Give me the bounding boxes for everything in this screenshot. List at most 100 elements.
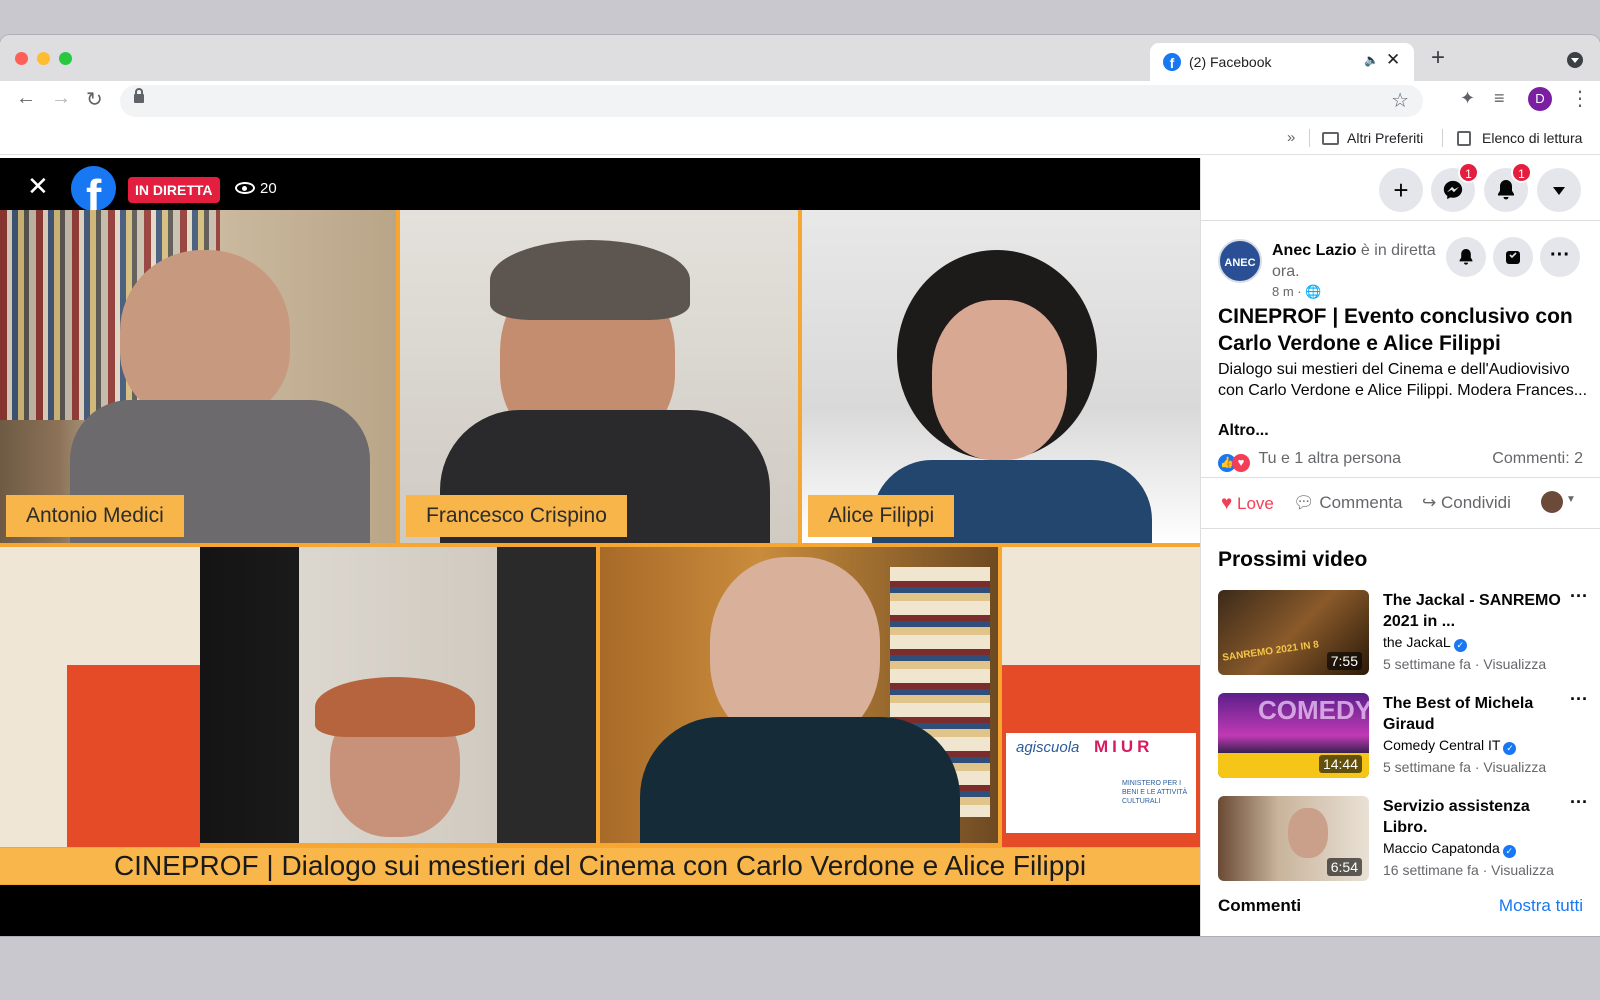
reading-list-icon (1457, 131, 1471, 146)
messenger-badge: 1 (1458, 162, 1479, 183)
list-item[interactable]: SANREMO 2021 IN 8 7:55 The Jackal - SANR… (1218, 586, 1588, 676)
maximize-window-button[interactable] (59, 52, 72, 65)
post-time[interactable]: 8 m · 🌐 (1272, 284, 1321, 300)
live-badge: IN DIRETTA (128, 177, 220, 203)
video-thumbnail[interactable]: SANREMO 2021 IN 8 7:55 (1218, 590, 1369, 675)
bookmark-reading-list[interactable]: Elenco di lettura (1482, 130, 1582, 146)
bookmarks-bar: » Altri Preferiti Elenco di lettura (0, 121, 1600, 155)
bookmark-star-icon[interactable]: ☆ (1391, 88, 1409, 113)
show-all-comments-link[interactable]: Mostra tutti (1499, 896, 1583, 916)
new-tab-button[interactable]: + (1431, 46, 1445, 70)
account-menu-button[interactable] (1537, 168, 1581, 212)
tab-facebook[interactable]: f (2) Facebook 🔈 ✕ (1150, 43, 1414, 81)
video-title[interactable]: The Best of Michela Giraud (1383, 693, 1563, 735)
video-title[interactable]: Servizio assistenza Libro. (1383, 796, 1563, 838)
close-window-button[interactable] (15, 52, 28, 65)
create-button[interactable]: + (1379, 168, 1423, 212)
close-video-icon[interactable]: ✕ (27, 173, 49, 199)
notifications-button[interactable]: 1 (1484, 162, 1532, 212)
video-title[interactable]: The Jackal - SANREMO 2021 in ... (1383, 590, 1563, 632)
address-bar[interactable]: ☆ (120, 85, 1423, 117)
participant-name-tag: Alice Filippi (808, 495, 955, 537)
save-post-button[interactable] (1493, 237, 1533, 277)
eye-icon (235, 182, 255, 194)
love-button[interactable]: ♥ Love (1221, 493, 1274, 515)
share-button[interactable]: ↪ Condividi (1422, 493, 1511, 513)
video-more-icon[interactable]: ··· (1570, 689, 1588, 710)
sponsor-agiscuola: agiscuola (1016, 739, 1080, 756)
participant-tile: Antonio Medici (0, 210, 396, 543)
bell-icon (1498, 180, 1514, 200)
video-frame: Antonio Medici Francesco Crispino Alice … (0, 210, 1200, 885)
bookmarks-overflow-icon[interactable]: » (1287, 129, 1295, 146)
more-options-button[interactable]: ··· (1540, 237, 1580, 277)
love-reaction-icon: ♥ (1232, 454, 1250, 472)
verified-icon: ✓ (1453, 639, 1467, 652)
chevron-down-icon (1553, 187, 1565, 195)
minimize-window-button[interactable] (37, 52, 50, 65)
tab-close-icon[interactable]: ✕ (1386, 50, 1400, 70)
comment-button[interactable]: 💬︎ Commenta (1293, 493, 1402, 513)
messenger-icon (1443, 180, 1463, 200)
video-channel[interactable]: Comedy Central IT ✓ (1383, 737, 1517, 755)
chevron-down-icon[interactable]: ▼ (1566, 494, 1576, 505)
tab-strip: f (2) Facebook 🔈 ✕ + (0, 35, 1600, 81)
tab-title: (2) Facebook (1189, 54, 1272, 70)
folder-icon (1322, 132, 1339, 145)
facebook-favicon-icon: f (1163, 53, 1181, 71)
reload-icon[interactable]: ↻ (86, 87, 103, 112)
back-icon[interactable]: ← (16, 87, 36, 110)
video-more-icon[interactable]: ··· (1570, 586, 1588, 607)
verified-icon: ✓ (1503, 742, 1517, 755)
sidebar-header: + 1 1 (1201, 158, 1600, 221)
video-thumbnail[interactable]: COMEDY 14:44 (1218, 693, 1369, 778)
tab-search-icon[interactable] (1567, 52, 1583, 68)
author-name[interactable]: Anec Lazio (1272, 242, 1356, 259)
post-author: Anec Lazio è in diretta ora. (1272, 242, 1436, 280)
video-caption: CINEPROF | Dialogo sui mestieri del Cine… (0, 848, 1200, 884)
page-avatar[interactable]: ANEC (1218, 239, 1262, 283)
list-item[interactable]: COMEDY 14:44 The Best of Michela Giraud … (1218, 689, 1588, 779)
video-meta: 5 settimane fa · Visualizza (1383, 759, 1547, 775)
post-sidebar: + 1 1 ANEC Anec Lazio è in diretta ora. … (1200, 158, 1600, 936)
share-icon: ↪ (1422, 493, 1437, 512)
extensions-icon[interactable]: ✦ (1460, 88, 1475, 109)
viewer-count: 20 (235, 180, 277, 197)
live-video-player[interactable]: ✕ f IN DIRETTA 20 Antonio Medici Frances… (0, 158, 1200, 936)
browser-window: f (2) Facebook 🔈 ✕ + ← → ↻ ☆ ✦ ≡ D ⋮ » A… (0, 35, 1600, 936)
follow-bell-button[interactable] (1446, 237, 1486, 277)
participant-name-tag: Antonio Medici (6, 495, 184, 537)
reactions-row[interactable]: 👍 ♥ Tu e 1 altra persona Commenti: 2 (1218, 450, 1583, 472)
lock-icon[interactable] (134, 88, 144, 103)
participant-tile (200, 547, 596, 843)
reaction-profile-avatar[interactable] (1541, 491, 1563, 513)
video-channel[interactable]: Maccio Capatonda ✓ (1383, 840, 1516, 858)
post-actions: ♥ Love 💬︎ Commenta ↪ Condividi ▼ (1201, 477, 1600, 529)
video-duration: 14:44 (1318, 755, 1362, 773)
see-more-link[interactable]: Altro... (1218, 422, 1269, 440)
verified-icon: ✓ (1502, 845, 1516, 858)
video-duration: 7:55 (1326, 652, 1362, 670)
forward-icon[interactable]: → (51, 87, 71, 110)
video-duration: 6:54 (1326, 858, 1362, 876)
reactions-summary[interactable]: Tu e 1 altra persona (1258, 450, 1401, 467)
browser-menu-icon[interactable]: ⋮ (1570, 86, 1590, 111)
post-description: Dialogo sui mestieri del Cinema e dell'A… (1218, 361, 1588, 399)
profile-avatar[interactable]: D (1528, 87, 1552, 111)
video-more-icon[interactable]: ··· (1570, 792, 1588, 813)
list-item[interactable]: 6:54 Servizio assistenza Libro. Maccio C… (1218, 792, 1588, 882)
sponsor-miur: MIUR (1094, 737, 1154, 756)
bell-icon (1459, 249, 1473, 265)
bookmark-altri-preferiti[interactable]: Altri Preferiti (1347, 130, 1423, 146)
messenger-button[interactable]: 1 (1431, 162, 1479, 212)
participant-tile (600, 547, 998, 843)
speaker-icon[interactable]: 🔈 (1364, 53, 1379, 67)
sponsor-ministero: MINISTERO PER I BENI E LE ATTIVITÀ CULTU… (1122, 780, 1188, 805)
notifications-badge: 1 (1511, 162, 1532, 183)
facebook-logo-icon[interactable]: f (71, 166, 116, 211)
comments-count[interactable]: Commenti: 2 (1492, 450, 1583, 468)
video-thumbnail[interactable]: 6:54 (1218, 796, 1369, 881)
media-control-icon[interactable]: ≡ (1494, 88, 1505, 109)
video-meta: 5 settimane fa · Visualizza (1383, 656, 1547, 672)
video-channel[interactable]: the JackaL ✓ (1383, 634, 1467, 652)
